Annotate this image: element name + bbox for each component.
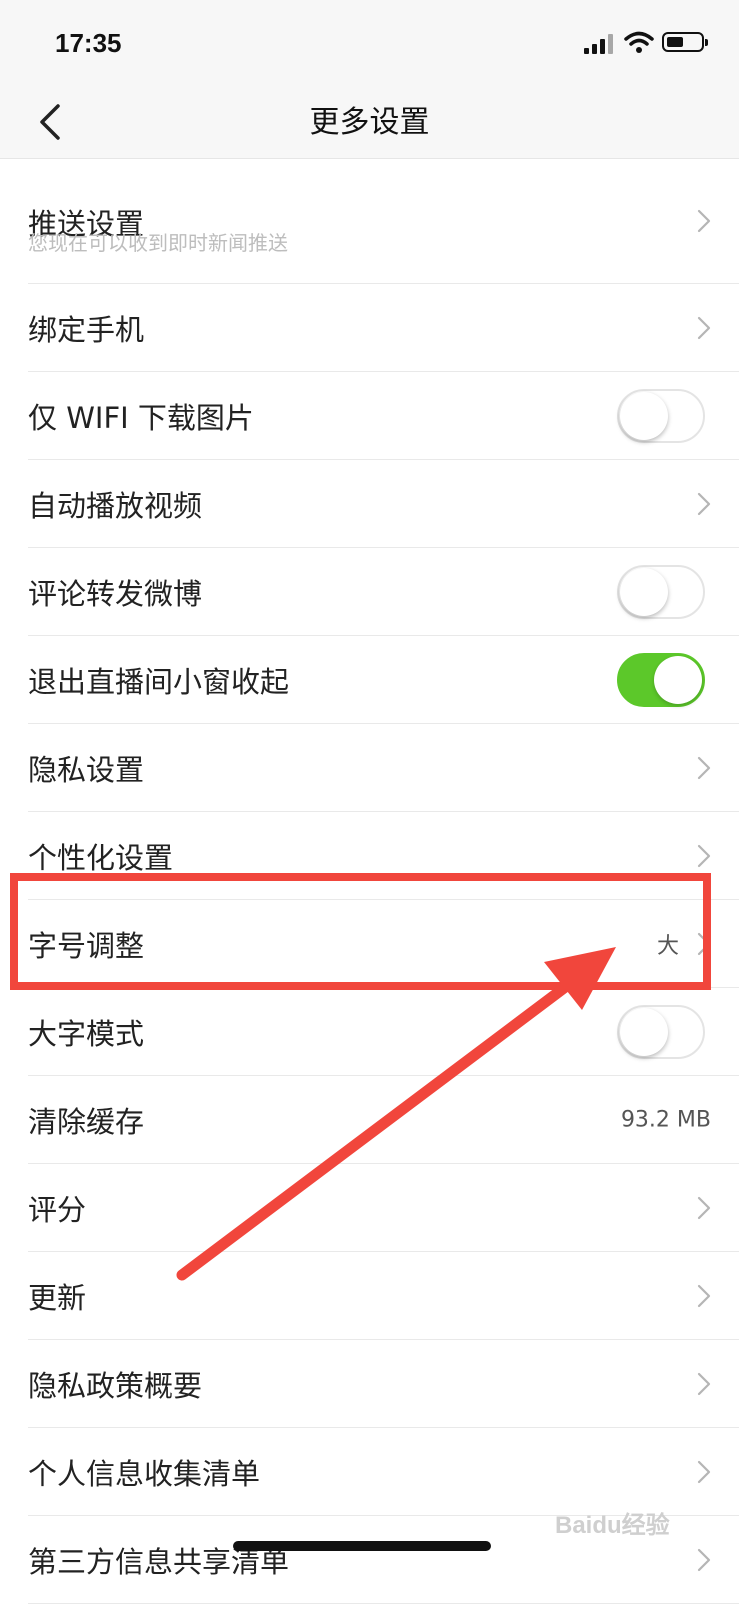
setting-label: 更新 — [28, 1280, 87, 1315]
setting-subtitle: 您现在可以收到即时新闻推送 — [28, 231, 288, 255]
wifi-icon — [624, 31, 654, 53]
setting-row-8[interactable]: 字号调整 大 — [28, 900, 739, 988]
setting-label: 清除缓存 — [28, 1104, 145, 1139]
status-time: 17:35 — [55, 28, 122, 58]
setting-row-3[interactable]: 自动播放视频 — [28, 460, 739, 548]
setting-value: 93.2 MB — [620, 1107, 711, 1132]
chevron-right-icon — [697, 1196, 711, 1219]
battery-icon — [662, 32, 708, 52]
chevron-right-icon — [697, 1372, 711, 1395]
watermark: Baidu经验 — [555, 1512, 670, 1539]
toggle-switch[interactable] — [617, 564, 705, 619]
setting-label: 隐私政策概要 — [28, 1368, 203, 1403]
chevron-right-icon — [697, 1460, 711, 1483]
setting-row-6[interactable]: 隐私设置 — [28, 724, 739, 812]
chevron-right-icon — [697, 932, 711, 955]
toggle-knob — [620, 567, 668, 616]
toggle-switch[interactable] — [617, 1004, 705, 1059]
chevron-right-icon — [697, 209, 711, 233]
setting-row-14[interactable]: 个人信息收集清单 — [28, 1428, 739, 1516]
toggle-knob — [654, 655, 702, 704]
setting-label: 退出直播间小窗收起 — [28, 664, 290, 699]
setting-label: 个人信息收集清单 — [28, 1456, 261, 1491]
chevron-right-icon — [697, 844, 711, 867]
setting-row-10[interactable]: 清除缓存 93.2 MB — [28, 1076, 739, 1164]
setting-label: 隐私设置 — [28, 752, 145, 787]
chevron-right-icon — [697, 1284, 711, 1307]
toggle-knob — [620, 391, 668, 440]
toggle-switch[interactable] — [617, 652, 705, 707]
setting-row-1[interactable]: 绑定手机 — [28, 284, 739, 372]
setting-row-7[interactable]: 个性化设置 — [28, 812, 739, 900]
setting-row-5[interactable]: 退出直播间小窗收起 — [28, 636, 739, 724]
setting-label: 字号调整 — [28, 928, 145, 963]
setting-row-2[interactable]: 仅 WIFI 下载图片 — [28, 372, 739, 460]
toggle-switch[interactable] — [617, 388, 705, 443]
chevron-right-icon — [697, 1548, 711, 1571]
setting-label: 大字模式 — [28, 1016, 145, 1051]
setting-row-4[interactable]: 评论转发微博 — [28, 548, 739, 636]
nav-bar: 更多设置 — [0, 88, 739, 159]
setting-row-12[interactable]: 更新 — [28, 1252, 739, 1340]
chevron-right-icon — [697, 316, 711, 339]
setting-label: 评论转发微博 — [28, 576, 203, 611]
setting-row-13[interactable]: 隐私政策概要 — [28, 1340, 739, 1428]
cellular-signal-icon — [584, 34, 616, 54]
settings-list: 推送设置 您现在可以收到即时新闻推送绑定手机仅 WIFI 下载图片 自动播放视频 评论… — [0, 159, 739, 1604]
setting-label: 自动播放视频 — [28, 488, 203, 523]
setting-label: 个性化设置 — [28, 840, 174, 875]
status-bar: 17:35 — [0, 0, 739, 88]
chevron-right-icon — [697, 492, 711, 515]
setting-row-11[interactable]: 评分 — [28, 1164, 739, 1252]
setting-label: 绑定手机 — [28, 312, 145, 347]
setting-row-9[interactable]: 大字模式 — [28, 988, 739, 1076]
setting-row-0[interactable]: 推送设置 您现在可以收到即时新闻推送 — [28, 159, 739, 284]
setting-label: 评分 — [28, 1192, 87, 1227]
home-indicator — [233, 1541, 491, 1551]
back-chevron-icon[interactable] — [36, 102, 66, 142]
setting-label: 仅 WIFI 下载图片 — [28, 400, 254, 435]
toggle-knob — [620, 1007, 668, 1056]
setting-value: 大 — [656, 933, 679, 959]
chevron-right-icon — [697, 756, 711, 779]
page-title: 更多设置 — [309, 105, 430, 140]
